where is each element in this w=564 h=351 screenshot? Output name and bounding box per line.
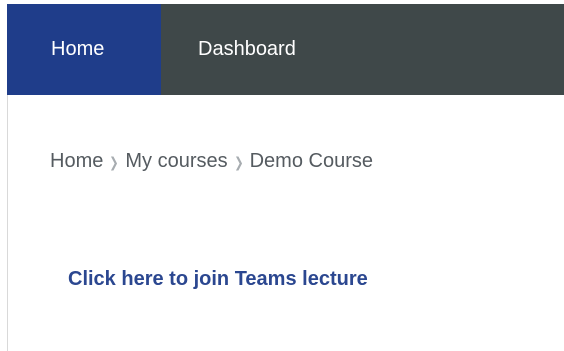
breadcrumb-item-my-courses[interactable]: My courses [125,150,227,173]
join-teams-lecture-link[interactable]: Click here to join Teams lecture [68,268,368,291]
breadcrumb-item-home[interactable]: Home [50,150,103,173]
nav-item-home[interactable]: Home [7,4,161,95]
content-left-border [7,95,8,351]
breadcrumb: Home ❯ My courses ❯ Demo Course [50,150,373,173]
breadcrumb-item-demo-course: Demo Course [249,150,373,172]
chevron-right-icon: ❯ [233,153,244,170]
top-navbar: Home Dashboard [7,4,564,95]
nav-item-dashboard[interactable]: Dashboard [161,4,296,95]
chevron-right-icon: ❯ [109,153,120,170]
